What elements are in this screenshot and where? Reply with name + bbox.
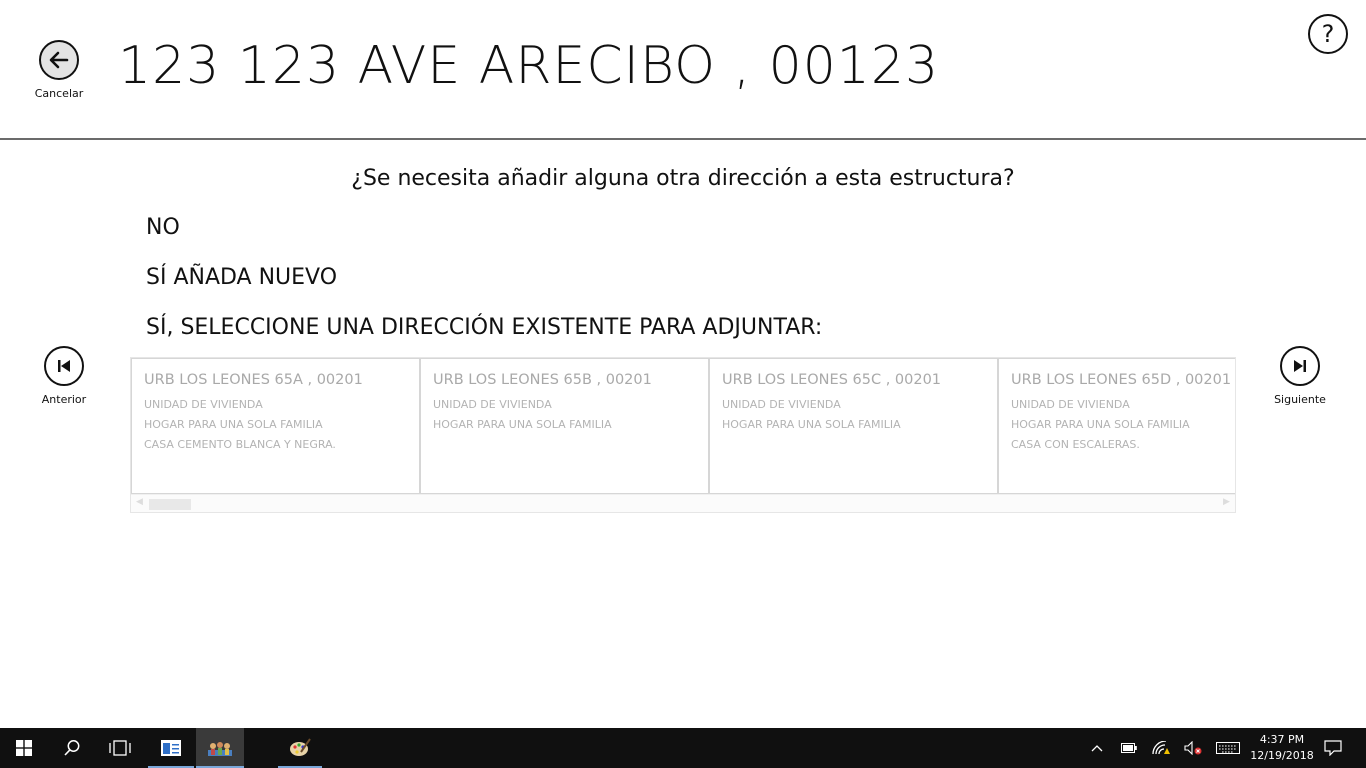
address-card-unit-type: UNIDAD DE VIVIENDA [722, 398, 841, 411]
question-mark-icon: ? [1321, 20, 1335, 48]
show-hidden-icons-button[interactable] [1086, 728, 1108, 768]
paint-palette-icon [290, 738, 311, 756]
notifications-icon [1324, 740, 1342, 756]
address-card-title: URB LOS LEONES 65D , 00201 [1011, 372, 1232, 388]
option-add-new[interactable]: SÍ AÑADA NUEVO [146, 265, 337, 290]
system-clock[interactable]: 4:37 PM 12/19/2018 [1244, 732, 1320, 764]
next-label: Siguiente [1274, 393, 1326, 406]
address-cards: URB LOS LEONES 65A , 00201 UNIDAD DE VIV… [131, 358, 1235, 494]
volume-button[interactable] [1182, 728, 1204, 768]
app-window: Cancelar 123 123 AVE ARECIBO , 00123 ? ¿… [0, 0, 1366, 728]
next-button[interactable]: Siguiente [1265, 346, 1335, 406]
previous-label: Anterior [41, 393, 87, 406]
option-no[interactable]: NO [146, 215, 180, 240]
cancel-label: Cancelar [34, 87, 84, 100]
battery-button[interactable] [1118, 728, 1140, 768]
scroll-right-icon[interactable]: ▶ [1223, 497, 1230, 507]
skip-previous-icon [44, 346, 84, 386]
scrollbar-thumb[interactable] [149, 499, 191, 510]
address-card-unit-type: UNIDAD DE VIVIENDA [433, 398, 552, 411]
address-card-title: URB LOS LEONES 65C , 00201 [722, 372, 942, 388]
previous-button[interactable]: Anterior [29, 346, 99, 406]
address-card-title: URB LOS LEONES 65B , 00201 [433, 372, 652, 388]
address-card-building-type: HOGAR PARA UNA SOLA FAMILIA [722, 418, 901, 431]
address-card-unit-type: UNIDAD DE VIVIENDA [144, 398, 263, 411]
address-card-building-type: HOGAR PARA UNA SOLA FAMILIA [433, 418, 612, 431]
start-button[interactable] [0, 728, 48, 768]
option-select-existing[interactable]: SÍ, SELECCIONE UNA DIRECCIÓN EXISTENTE P… [146, 315, 822, 340]
address-card[interactable]: URB LOS LEONES 65A , 00201 UNIDAD DE VIV… [131, 358, 420, 494]
volume-muted-icon [1184, 741, 1202, 755]
people-app-icon [208, 742, 232, 756]
skip-next-icon [1280, 346, 1320, 386]
address-card-unit-type: UNIDAD DE VIVIENDA [1011, 398, 1130, 411]
address-card[interactable]: URB LOS LEONES 65B , 00201 UNIDAD DE VIV… [420, 358, 709, 494]
wifi-warning-icon [1152, 741, 1170, 755]
app-window-icon [161, 740, 181, 756]
help-button[interactable]: ? [1308, 14, 1348, 54]
search-button[interactable] [48, 728, 96, 768]
question-text: ¿Se necesita añadir alguna otra direcció… [351, 166, 1015, 191]
address-card-building-type: HOGAR PARA UNA SOLA FAMILIA [144, 418, 323, 431]
address-card-description: CASA CEMENTO BLANCA Y NEGRA. [144, 438, 336, 451]
touch-keyboard-button[interactable] [1214, 728, 1242, 768]
address-card[interactable]: URB LOS LEONES 65C , 00201 UNIDAD DE VIV… [709, 358, 998, 494]
action-center-button[interactable] [1318, 728, 1348, 768]
clock-time: 4:37 PM [1259, 733, 1305, 746]
task-view-icon [109, 740, 131, 756]
back-arrow-icon [39, 40, 79, 80]
horizontal-scrollbar[interactable]: ◀ ▶ [131, 494, 1235, 512]
task-view-button[interactable] [96, 728, 144, 768]
taskbar-app-paint[interactable] [278, 728, 322, 768]
address-card-building-type: HOGAR PARA UNA SOLA FAMILIA [1011, 418, 1190, 431]
address-card[interactable]: URB LOS LEONES 65D , 00201 UNIDAD DE VIV… [998, 358, 1235, 494]
address-card-list[interactable]: URB LOS LEONES 65A , 00201 UNIDAD DE VIV… [130, 357, 1236, 513]
windows-logo-icon [16, 740, 32, 756]
header-divider [0, 138, 1366, 140]
search-icon [64, 740, 80, 756]
network-button[interactable] [1150, 728, 1172, 768]
address-card-description: CASA CON ESCALERAS. [1011, 438, 1140, 451]
address-card-title: URB LOS LEONES 65A , 00201 [144, 372, 363, 388]
clock-date: 12/19/2018 [1250, 749, 1314, 762]
taskbar-app-window[interactable] [148, 728, 194, 768]
taskbar-app-census[interactable] [196, 728, 244, 768]
cancel-button[interactable]: Cancelar [30, 40, 88, 100]
page-title: 123 123 AVE ARECIBO , 00123 [118, 36, 940, 96]
battery-icon [1121, 743, 1137, 753]
scroll-left-icon[interactable]: ◀ [136, 497, 143, 507]
taskbar: 4:37 PM 12/19/2018 [0, 728, 1366, 768]
keyboard-icon [1216, 742, 1240, 754]
chevron-up-icon [1091, 745, 1103, 752]
